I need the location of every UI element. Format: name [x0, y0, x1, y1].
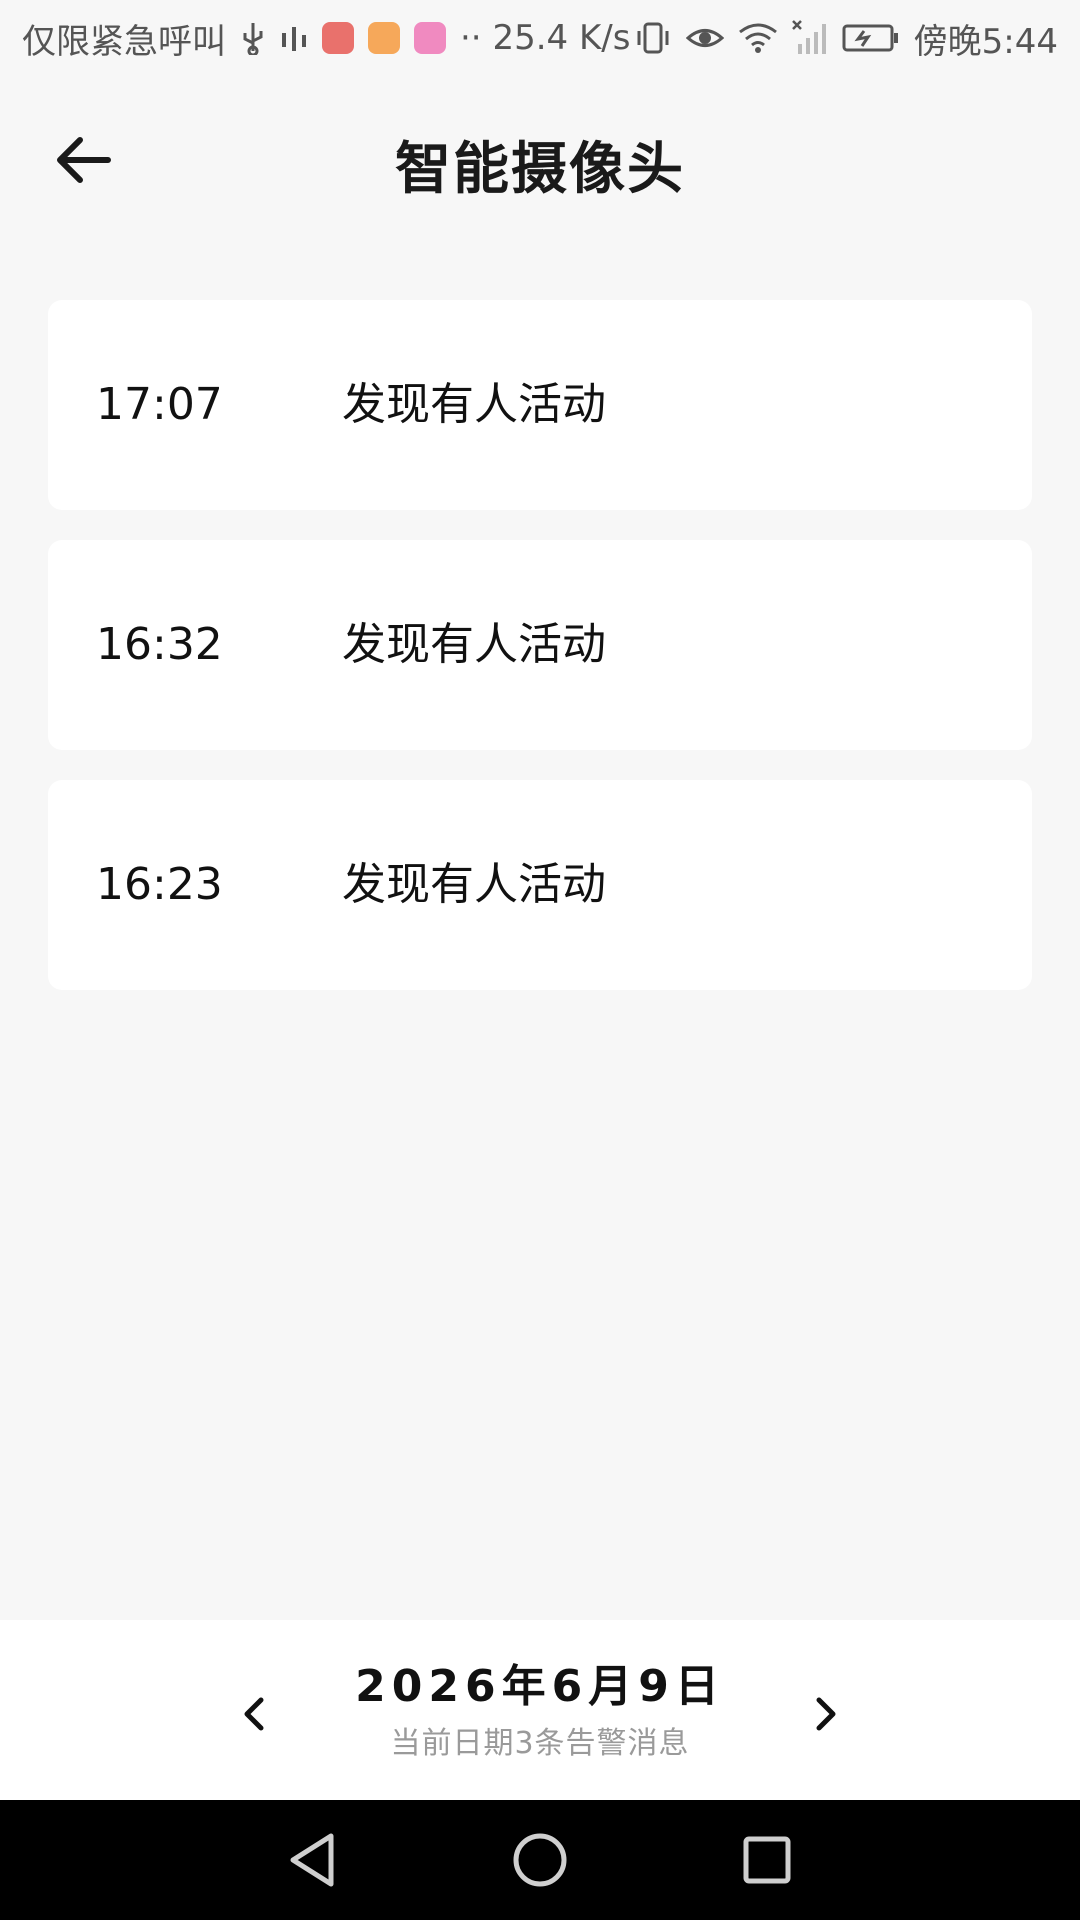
- status-bar: 仅限紧急呼叫 ·· 25.4 K/s 傍晚5:44: [0, 0, 1080, 76]
- carrier-text: 仅限紧急呼叫: [22, 21, 226, 62]
- alarm-time: 16:23: [96, 859, 223, 910]
- title-bar: 智能摄像头: [0, 76, 1080, 236]
- alarm-count-summary: 当前日期3条告警消息: [390, 1726, 690, 1761]
- status-right: 傍晚5:44: [634, 14, 1058, 63]
- alarm-message: 发现有人活动: [342, 379, 606, 430]
- alarm-card[interactable]: 16:32 发现有人活动: [48, 540, 1032, 750]
- battery-charging-icon: [842, 23, 900, 53]
- status-left: 仅限紧急呼叫 ·· 25.4 K/s: [22, 14, 630, 63]
- app-notification-icon-3: [414, 22, 446, 54]
- chevron-left-icon: [244, 1697, 264, 1731]
- alarm-time: 16:32: [96, 619, 223, 670]
- eye-icon: [685, 23, 724, 53]
- screen: 仅限紧急呼叫 ·· 25.4 K/s 傍晚5:44 智能摄像头 17:07 发现…: [0, 0, 1080, 1920]
- vibrate-icon: [634, 21, 672, 55]
- date-bar: 2026年6月9日 当前日期3条告警消息: [0, 1620, 1080, 1800]
- current-date: 2026年6月9日: [355, 1661, 725, 1712]
- circle-home-icon: [513, 1833, 567, 1887]
- alarm-message: 发现有人活动: [342, 619, 606, 670]
- cellular-no-signal-icon: [791, 20, 828, 56]
- nav-back-button[interactable]: [268, 1815, 358, 1905]
- alarm-message: 发现有人活动: [342, 859, 606, 910]
- previous-date-button[interactable]: [214, 1674, 294, 1754]
- app-notification-icon-2: [368, 22, 400, 54]
- network-speed: ·· 25.4 K/s: [460, 18, 631, 58]
- square-recents-icon: [743, 1836, 791, 1884]
- alarm-time: 17:07: [96, 379, 223, 430]
- chevron-right-icon: [816, 1697, 836, 1731]
- alarm-card[interactable]: 16:23 发现有人活动: [48, 780, 1032, 990]
- signal-bars-small-icon: [280, 23, 308, 53]
- app-notification-icon-1: [322, 22, 354, 54]
- next-date-button[interactable]: [786, 1674, 866, 1754]
- status-time: 傍晚5:44: [913, 21, 1058, 62]
- page-title: 智能摄像头: [395, 137, 685, 202]
- usb-icon: [240, 21, 266, 55]
- system-nav-bar: [0, 1800, 1080, 1920]
- alarm-card[interactable]: 17:07 发现有人活动: [48, 300, 1032, 510]
- triangle-back-icon: [290, 1833, 334, 1887]
- nav-home-button[interactable]: [495, 1815, 585, 1905]
- date-display: 2026年6月9日 当前日期3条告警消息: [300, 1650, 780, 1762]
- alarm-list: 17:07 发现有人活动 16:32 发现有人活动 16:23 发现有人活动: [48, 300, 1032, 1020]
- nav-recents-button[interactable]: [722, 1815, 812, 1905]
- wifi-icon: [738, 22, 778, 54]
